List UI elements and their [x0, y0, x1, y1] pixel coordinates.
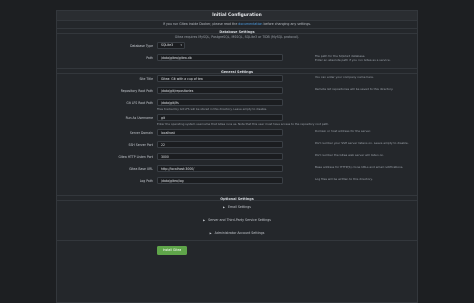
general-field-row: Site Title You can enter your company na… — [57, 74, 417, 86]
general-field-row: Gitea HTTP Listen Port Port number the G… — [57, 152, 417, 164]
email-settings-toggle[interactable]: ▶ Email Settings — [57, 201, 417, 214]
notice-text-pre: If you run Gitea inside Docker, please r… — [162, 22, 238, 26]
notice-text-post: before changing any settings. — [263, 22, 312, 26]
database-path-label: Path — [146, 56, 153, 60]
log-path-help: Log files will be written to this direct… — [315, 177, 373, 181]
chevron-down-icon: ▾ — [180, 43, 182, 47]
site-title-label: Site Title — [139, 77, 153, 81]
email-settings-label: Email Settings — [228, 205, 251, 209]
log-path-input[interactable] — [157, 177, 283, 184]
database-path-help: File path for the SQLite3 database. Ente… — [315, 54, 391, 62]
base-url-input[interactable] — [157, 165, 283, 172]
site-title-help: You can enter your company name here. — [315, 75, 374, 79]
documentation-link[interactable]: documentation — [238, 22, 262, 26]
form-footer: Install Gitea — [57, 240, 417, 257]
general-field-row: Repository Root Path Remote Git reposito… — [57, 86, 417, 98]
log-path-label: Log Path — [139, 179, 153, 183]
triangle-right-icon: ▶ — [209, 232, 212, 235]
admin-account-settings-label: Administrator Account Settings — [214, 231, 265, 235]
lfs-root-path-help: Files tracked by Git LFS will be stored … — [157, 107, 268, 111]
run-as-username-help: Enter the operating system username that… — [157, 122, 330, 126]
general-field-row: Server Domain Domain or host address for… — [57, 128, 417, 140]
lfs-root-path-label: Git LFS Root Path — [126, 101, 153, 105]
repository-root-path-input[interactable] — [157, 87, 283, 94]
database-path-input[interactable] — [157, 54, 283, 61]
server-third-party-settings-label: Server and Third-Party Service Settings — [208, 218, 271, 222]
repository-root-path-label: Repository Root Path — [120, 89, 153, 93]
run-as-username-input[interactable] — [157, 114, 283, 121]
site-title-input[interactable] — [157, 75, 283, 82]
general-field-row: SSH Server Port Port number your SSH ser… — [57, 140, 417, 152]
ssh-port-label: SSH Server Port — [128, 143, 154, 147]
install-gitea-button[interactable]: Install Gitea — [157, 246, 187, 255]
install-form: Initial Configuration If you run Gitea i… — [56, 10, 418, 303]
server-domain-input[interactable] — [157, 129, 283, 136]
base-url-label: Gitea Base URL — [129, 167, 153, 171]
http-port-input[interactable] — [157, 153, 283, 160]
database-description: Gitea requires MySQL, PostgreSQL, MSSQL,… — [174, 35, 300, 39]
triangle-right-icon: ▶ — [203, 219, 206, 222]
http-port-label: Gitea HTTP Listen Port — [118, 155, 153, 159]
database-path-row: Path File path for the SQLite3 database.… — [57, 53, 417, 68]
database-type-label: Database Type — [130, 44, 153, 48]
ssh-port-help: Port number your SSH server listens on. … — [315, 141, 409, 145]
triangle-right-icon: ▶ — [223, 206, 226, 209]
lfs-root-path-input[interactable] — [157, 99, 283, 106]
admin-account-settings-toggle[interactable]: ▶ Administrator Account Settings — [57, 227, 417, 240]
server-domain-label: Server Domain — [129, 131, 153, 135]
general-field-row: Log Path Log files will be written to th… — [57, 176, 417, 188]
database-type-value: SQLite3 — [161, 43, 174, 47]
page-title: Initial Configuration — [57, 11, 417, 21]
http-port-help: Port number the Gitea web server will li… — [315, 153, 385, 157]
general-field-row: Run As Username Enter the operating syst… — [57, 113, 417, 128]
server-domain-help: Domain or host address for the server. — [315, 129, 371, 133]
database-type-select[interactable]: SQLite3 ▾ — [157, 42, 185, 49]
docker-notice: If you run Gitea inside Docker, please r… — [57, 21, 417, 28]
server-third-party-settings-toggle[interactable]: ▶ Server and Third-Party Service Setting… — [57, 214, 417, 227]
general-field-row: Gitea Base URL Base address for HTTP(S) … — [57, 164, 417, 176]
base-url-help: Base address for HTTP(S) clone URLs and … — [315, 165, 404, 169]
database-type-row: Database Type SQLite3 ▾ — [57, 41, 417, 53]
general-field-row: Git LFS Root Path Files tracked by Git L… — [57, 98, 417, 113]
repository-root-path-help: Remote Git repositories will be saved to… — [315, 87, 394, 91]
run-as-username-label: Run As Username — [125, 116, 153, 120]
ssh-port-input[interactable] — [157, 141, 283, 148]
